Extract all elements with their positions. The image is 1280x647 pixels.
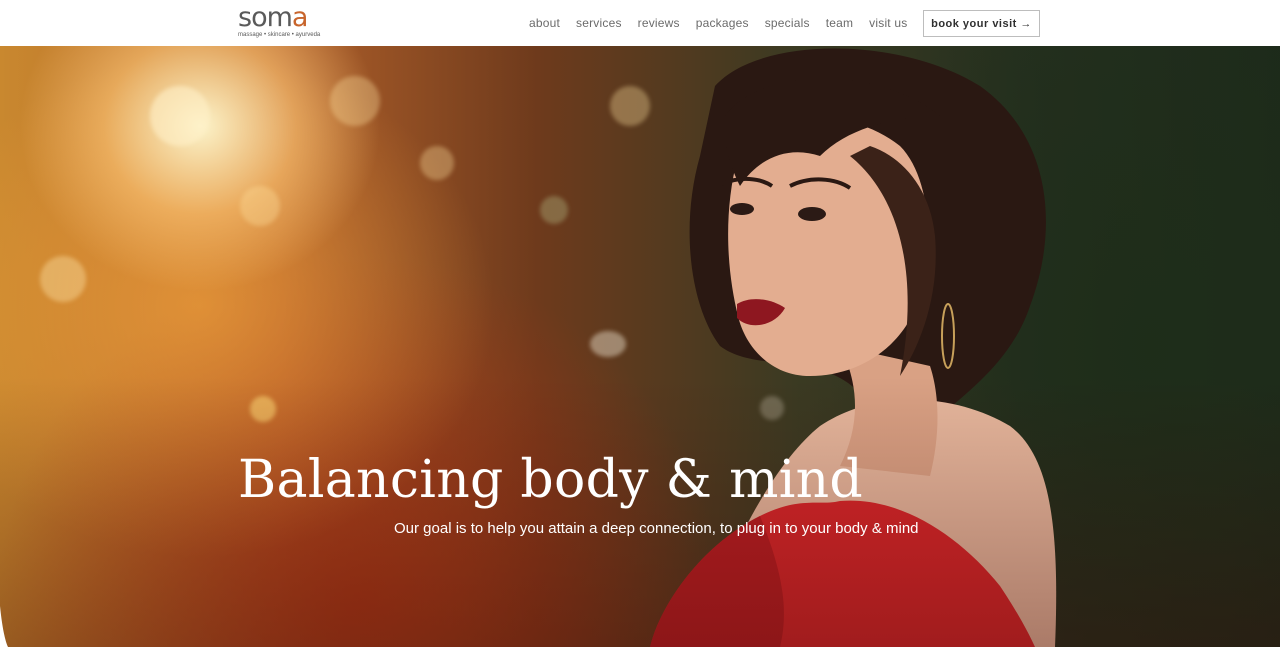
nav-team[interactable]: team [826,16,853,30]
nav-reviews[interactable]: reviews [638,16,680,30]
soma-logo[interactable]: soma massage • skincare • ayurveda [238,2,328,41]
hero-title: Balancing body & mind [238,450,864,510]
nav-packages[interactable]: packages [696,16,749,30]
main-nav: about services reviews packages specials… [529,16,963,30]
site-header: soma massage • skincare • ayurveda about… [0,0,1280,46]
book-visit-button[interactable]: book your visit → [923,10,1040,37]
nav-about[interactable]: about [529,16,560,30]
hero-subtitle: Our goal is to help you attain a deep co… [394,520,919,537]
nav-visit-us[interactable]: visit us [869,16,907,30]
hero-shade-overlay [0,46,1280,647]
hero-section: Balancing body & mind Our goal is to hel… [0,46,1280,647]
logo-tagline: massage • skincare • ayurveda [238,32,321,38]
logo-wordmark: soma [238,2,308,33]
nav-specials[interactable]: specials [765,16,810,30]
nav-services[interactable]: services [576,16,622,30]
